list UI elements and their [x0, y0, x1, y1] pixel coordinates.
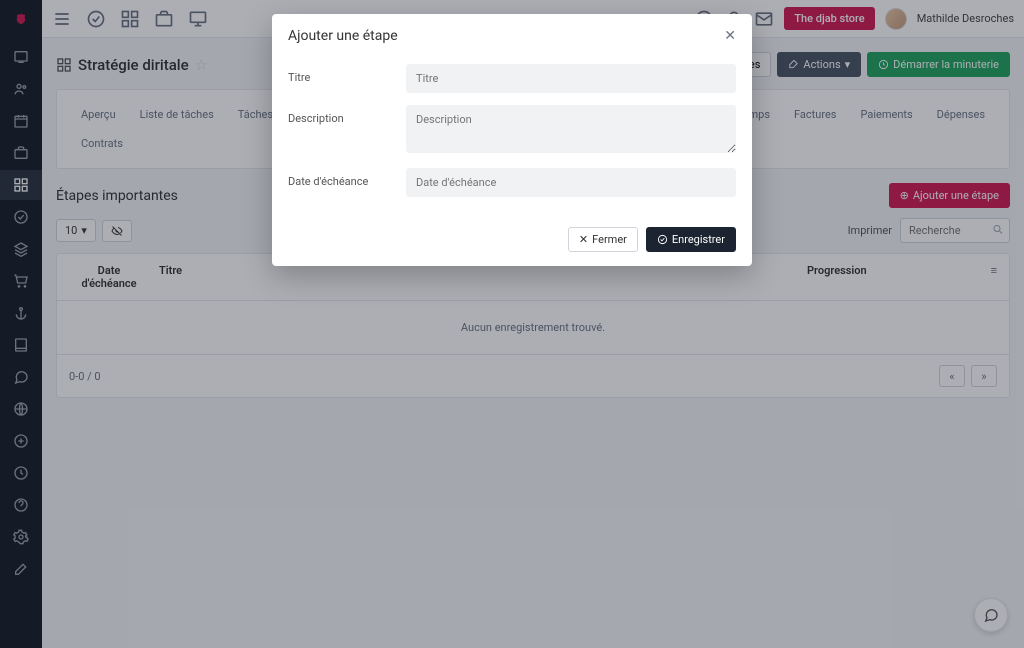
due-input[interactable]: [406, 168, 736, 197]
form-row-due: Date d'échéance: [288, 162, 736, 203]
title-label: Titre: [288, 64, 406, 93]
modal-footer: ✕ Fermer Enregistrer: [272, 217, 752, 266]
close-label: Fermer: [592, 233, 627, 246]
modal-close-icon[interactable]: ✕: [724, 28, 736, 44]
close-button[interactable]: ✕ Fermer: [568, 227, 638, 252]
modal-body: Titre Description Date d'échéance: [272, 54, 752, 217]
save-label: Enregistrer: [672, 233, 725, 246]
due-label: Date d'échéance: [288, 168, 406, 197]
modal-title: Ajouter une étape: [288, 28, 398, 44]
form-row-title: Titre: [288, 58, 736, 99]
add-step-modal: Ajouter une étape ✕ Titre Description Da…: [272, 14, 752, 266]
description-input[interactable]: [406, 105, 736, 153]
title-input[interactable]: [406, 64, 736, 93]
description-label: Description: [288, 105, 406, 156]
save-button[interactable]: Enregistrer: [646, 227, 736, 252]
form-row-description: Description: [288, 99, 736, 162]
modal-header: Ajouter une étape ✕: [272, 14, 752, 54]
